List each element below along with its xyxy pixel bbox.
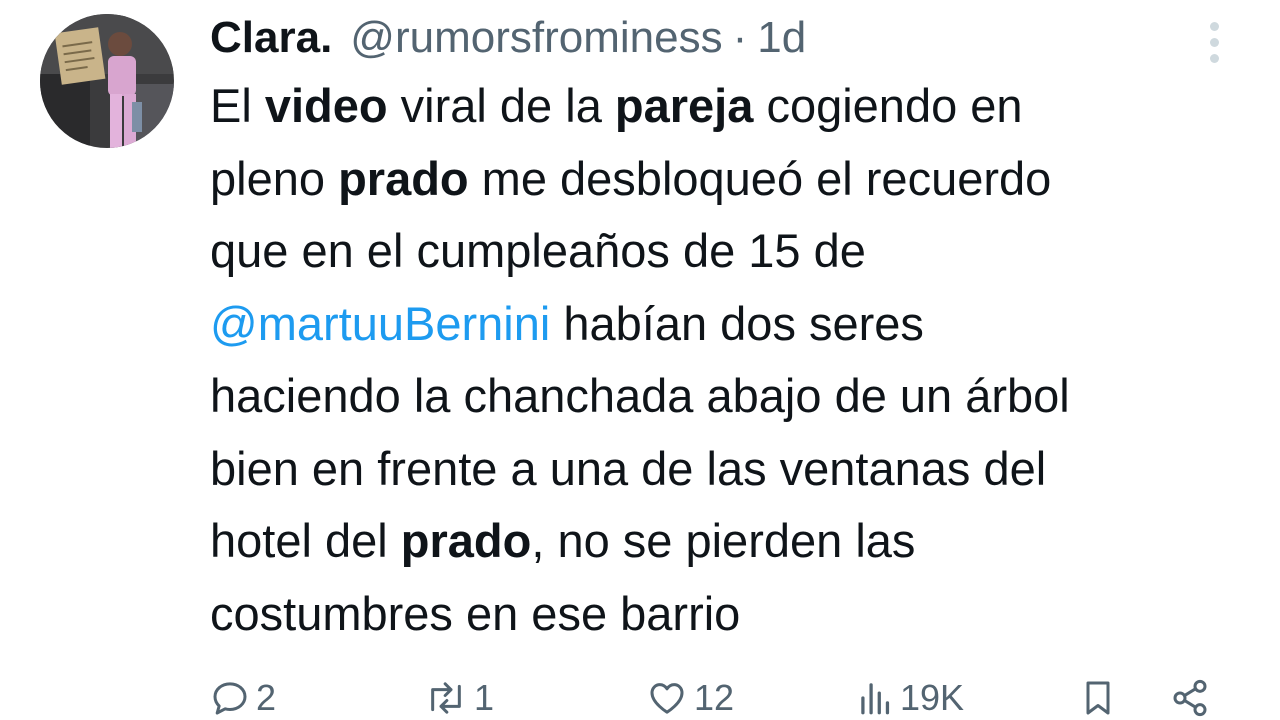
- text-segment: habían dos seres: [550, 296, 924, 350]
- text-segment: costumbres en ese barrio: [210, 586, 741, 640]
- text-segment: pleno: [210, 151, 339, 205]
- author-handle[interactable]: @rumorsfrominess: [350, 12, 722, 64]
- avatar[interactable]: [40, 14, 174, 148]
- tweet: Clara. @rumorsfrominess · 1d El video vi…: [0, 0, 1280, 720]
- share-button[interactable]: [1168, 676, 1212, 720]
- like-count: 12: [694, 677, 735, 718]
- views-chart-icon: [861, 683, 890, 715]
- heart-icon: [650, 683, 684, 714]
- bold-text: prado: [400, 514, 532, 567]
- views-button[interactable]: 19K: [858, 676, 964, 720]
- avatar-photo: [40, 14, 174, 148]
- retweet-button[interactable]: 1: [424, 676, 494, 720]
- reply-button[interactable]: 2: [210, 676, 276, 720]
- tweet-text-line: que en el cumpleaños de 15 de: [210, 215, 1260, 288]
- text-segment: El: [210, 79, 265, 132]
- text-segment: , no se pierden las: [531, 514, 916, 567]
- bold-text: prado: [338, 151, 469, 205]
- text-segment: hotel del: [210, 514, 401, 567]
- tweet-text-line: haciendo la chanchada abajo de un árbol: [210, 360, 1260, 433]
- reply-count: 2: [256, 677, 277, 718]
- tweet-actions: 2 1 12 19K: [0, 668, 1280, 720]
- like-button[interactable]: 12: [646, 676, 734, 720]
- bookmark-button[interactable]: [1078, 676, 1118, 720]
- text-segment: cogiendo en: [753, 79, 1023, 132]
- mention-link[interactable]: @martuuBernini: [210, 297, 550, 350]
- text-segment: bien en frente a una de las ventanas del: [210, 441, 1047, 495]
- tweet-text-line: pleno prado me desbloqueó el recuerdo: [210, 143, 1260, 216]
- text-segment: me desbloqueó el recuerdo: [468, 151, 1052, 205]
- more-dot: [1209, 21, 1219, 31]
- bold-text: video: [264, 79, 388, 132]
- text-segment: que en el cumpleaños de 15 de: [210, 224, 866, 277]
- more-dots-icon[interactable]: [1198, 18, 1230, 66]
- tweet-text-line: El video viral de la pareja cogiendo en: [210, 70, 1260, 143]
- tweet-text-line: hotel del prado, no se pierden las: [210, 505, 1260, 578]
- tweet-text-line: costumbres en ese barrio: [210, 578, 1260, 651]
- separator-dot: ·: [732, 13, 748, 62]
- tweet-timestamp[interactable]: 1d: [757, 12, 806, 64]
- reply-icon: [213, 682, 247, 715]
- views-count: 19K: [900, 677, 965, 718]
- more-dot: [1209, 53, 1219, 63]
- tweet-text-line: bien en frente a una de las ventanas del: [210, 433, 1260, 506]
- text-segment: haciendo la chanchada abajo de un árbol: [210, 369, 1070, 422]
- more-dot: [1209, 37, 1219, 47]
- retweet-count: 1: [474, 677, 495, 718]
- text-segment: viral de la: [387, 79, 615, 132]
- bold-text: pareja: [614, 79, 754, 132]
- tweet-text: El video viral de la pareja cogiendo en p…: [210, 70, 1260, 650]
- bookmark-icon: [1086, 681, 1110, 715]
- tweet-text-line: @martuuBernini habían dos seres: [210, 288, 1260, 361]
- share-icon: [1173, 679, 1207, 717]
- tweet-header: Clara. @rumorsfrominess · 1d: [210, 12, 806, 64]
- retweet-icon: [431, 682, 461, 714]
- author-display-name[interactable]: Clara.: [210, 12, 332, 64]
